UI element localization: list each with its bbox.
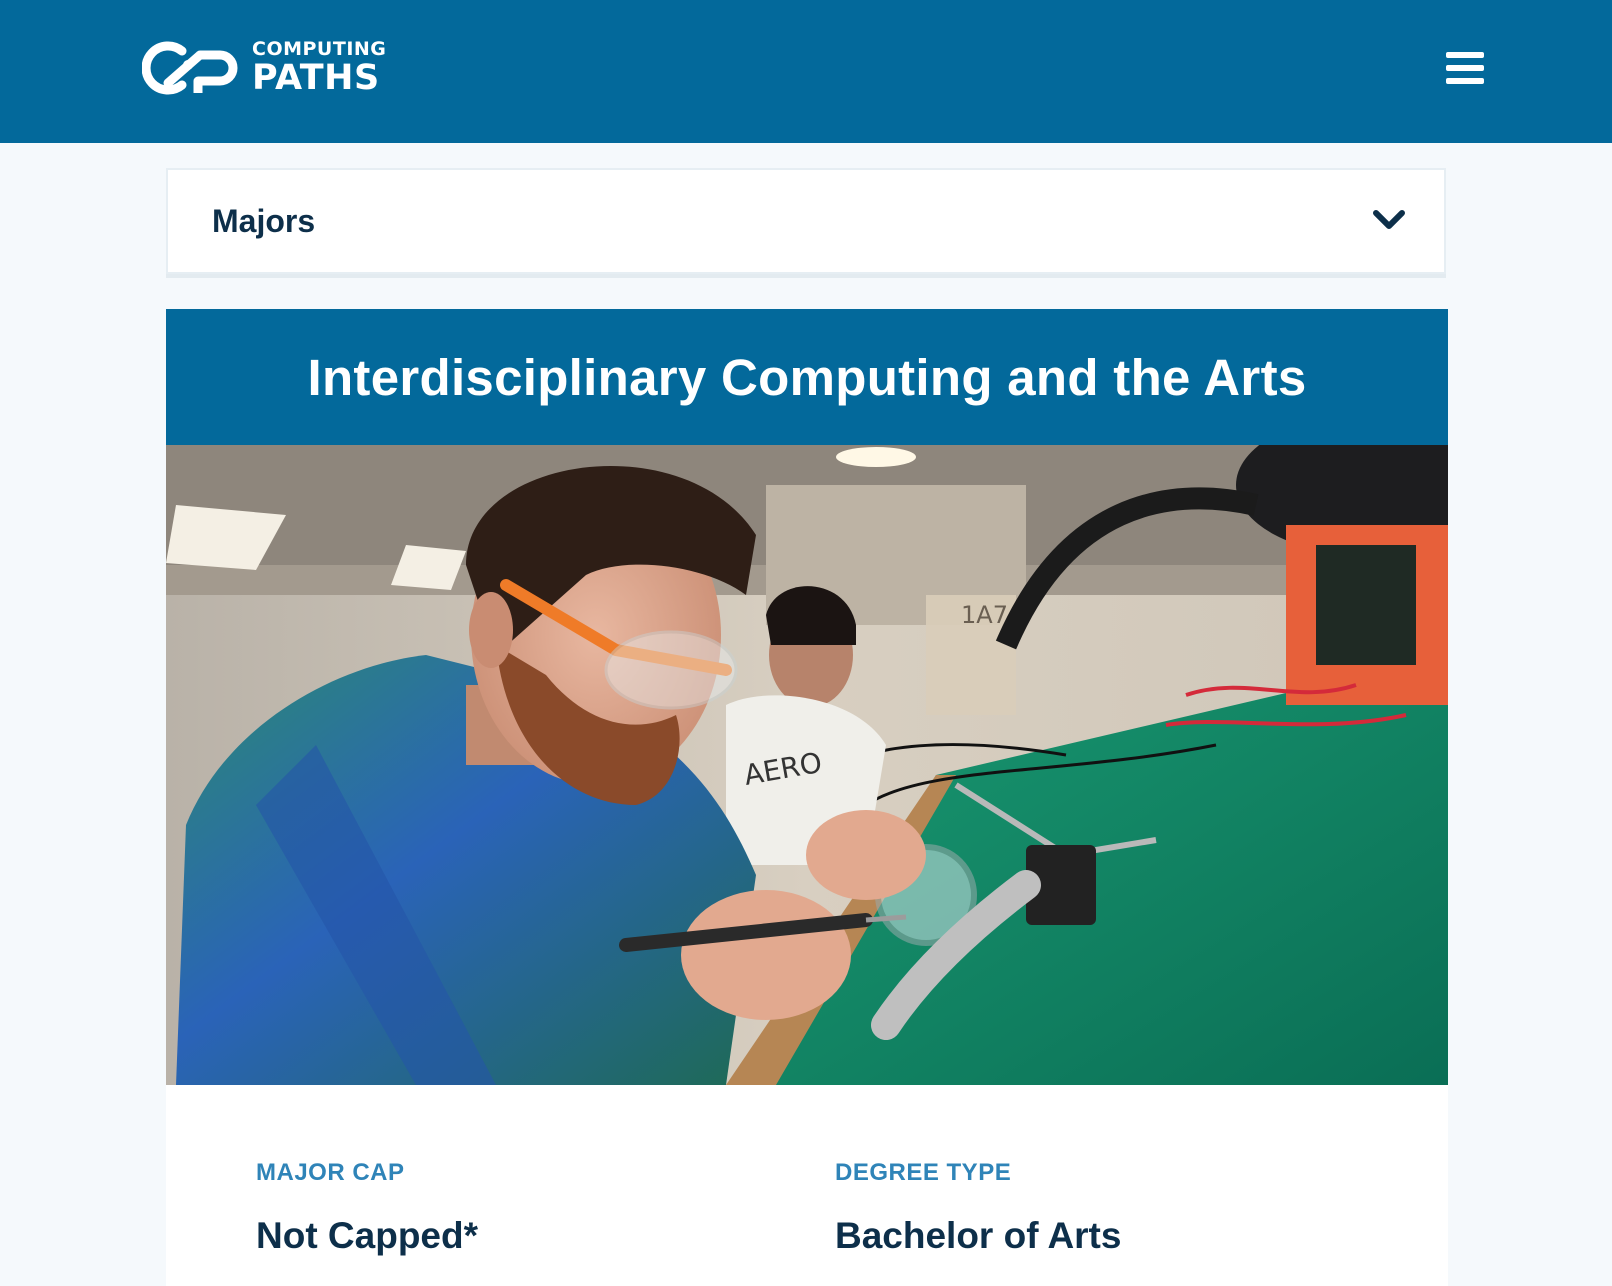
major-cap-block: MAJOR CAP Not Capped* [256, 1159, 478, 1257]
majors-dropdown[interactable]: Majors [166, 168, 1446, 274]
major-cap-value: Not Capped* [256, 1215, 478, 1256]
degree-type-block: DEGREE TYPE Bachelor of Arts [835, 1159, 1121, 1257]
menu-bar [1446, 78, 1484, 84]
major-card: Interdisciplinary Computing and the Arts [166, 309, 1448, 1286]
majors-dropdown-label: Majors [212, 203, 316, 239]
menu-bar [1446, 65, 1484, 71]
site-header: COMPUTING PATHS [0, 0, 1612, 143]
students-soldering-electronics-photo: 1A7 AERO [166, 445, 1448, 1085]
computing-paths-logo[interactable]: COMPUTING PATHS [142, 38, 386, 98]
menu-bar [1446, 52, 1484, 58]
logo-text-top: COMPUTING [252, 38, 387, 60]
degree-type-label: DEGREE TYPE [835, 1159, 1012, 1186]
degree-type-value: Bachelor of Arts [835, 1215, 1122, 1256]
major-cap-label: MAJOR CAP [256, 1159, 405, 1186]
logo-wordmark: COMPUTING PATHS [252, 40, 386, 96]
computing-paths-logo-mark-icon [142, 41, 238, 95]
svg-text:1A7: 1A7 [961, 601, 1008, 629]
major-title-bar: Interdisciplinary Computing and the Arts [166, 309, 1448, 445]
chevron-down-icon [1373, 210, 1405, 229]
major-title: Interdisciplinary Computing and the Arts [307, 348, 1307, 406]
logo-text-bottom: PATHS [252, 58, 380, 98]
hamburger-icon[interactable] [1444, 48, 1486, 88]
